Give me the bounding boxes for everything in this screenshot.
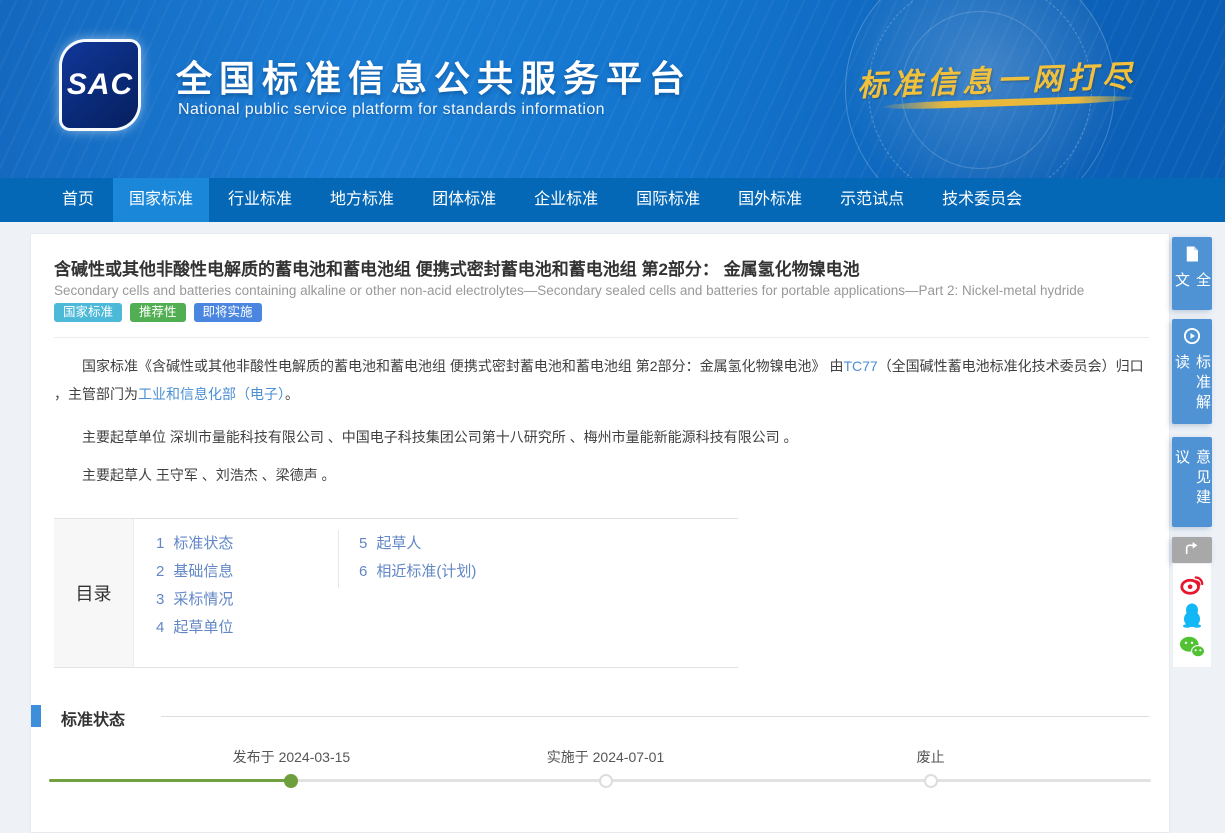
weibo-icon[interactable]	[1178, 570, 1206, 598]
share-button[interactable]	[1172, 537, 1212, 563]
standard-detail-panel: 含碱性或其他非酸性电解质的蓄电池和蓄电池组 便携式密封蓄电池和蓄电池组 第2部分…	[30, 233, 1170, 833]
timeline-label-implemented: 实施于 2024-07-01	[547, 747, 665, 767]
toc-item-drafters[interactable]: 5起草人	[359, 530, 476, 558]
nav-item-foreign-standards[interactable]: 国外标准	[719, 178, 821, 222]
divider	[54, 337, 1149, 338]
sac-logo-text: SAC	[67, 68, 133, 102]
nav-item-industry-standards[interactable]: 行业标准	[209, 178, 311, 222]
main-nav: 首页 国家标准 行业标准 地方标准 团体标准 企业标准 国际标准 国外标准 示范…	[0, 178, 1225, 222]
nav-item-technical-committees[interactable]: 技术委员会	[923, 178, 1041, 222]
social-share-panel	[1172, 563, 1212, 668]
status-timeline: 发布于 2024-03-15 实施于 2024-07-01 废止	[49, 744, 1151, 824]
toc-item-basic-info[interactable]: 2基础信息	[156, 558, 233, 586]
fulltext-button[interactable]: 全文	[1172, 237, 1212, 310]
summary-text-1: 国家标准《含碱性或其他非酸性电解质的蓄电池和蓄电池组 便携式密封蓄电池和蓄电池组…	[82, 358, 843, 374]
toc-label-cell: 目录	[54, 519, 134, 667]
feedback-label: 意见建议	[1171, 449, 1213, 527]
play-circle-icon	[1183, 327, 1201, 350]
toc-bottom-divider	[54, 667, 738, 668]
nav-item-local-standards[interactable]: 地方标准	[311, 178, 413, 222]
status-section-title: 标准状态	[61, 706, 125, 730]
toc-item-drafting-units[interactable]: 4起草单位	[156, 614, 233, 642]
summary-text-3: 。	[285, 386, 299, 402]
interpretation-button[interactable]: 标准解读	[1172, 319, 1212, 424]
site-header: SAC 全国标准信息公共服务平台 National public service…	[0, 0, 1225, 178]
drafters-paragraph: 主要起草人 王守军 、刘浩杰 、梁德声 。	[54, 461, 1154, 489]
section-divider	[161, 716, 1149, 717]
timeline-label-published: 发布于 2024-03-15	[233, 747, 351, 767]
standard-title-cn: 含碱性或其他非酸性电解质的蓄电池和蓄电池组 便携式密封蓄电池和蓄电池组 第2部分…	[54, 255, 860, 280]
badge-upcoming: 即将实施	[194, 303, 262, 322]
timeline-label-abolished: 废止	[917, 747, 945, 767]
interpretation-label: 标准解读	[1171, 354, 1213, 424]
timeline-dot-abolished	[924, 774, 938, 788]
nav-item-international-standards[interactable]: 国际标准	[617, 178, 719, 222]
sac-logo: SAC	[62, 42, 138, 128]
toc-top-divider	[54, 518, 738, 519]
qq-icon[interactable]	[1178, 601, 1206, 629]
badge-recommended: 推荐性	[130, 303, 186, 322]
toc-column-1: 1标准状态 2基础信息 3采标情况 4起草单位	[156, 530, 233, 642]
site-subtitle: National public service platform for sta…	[178, 101, 605, 119]
section-accent-bar	[31, 705, 41, 727]
standard-title-en: Secondary cells and batteries containing…	[54, 283, 1084, 298]
toc-item-similar-standards[interactable]: 6相近标准(计划)	[359, 558, 476, 586]
timeline-dot-published	[284, 774, 298, 788]
timeline-dot-implemented	[599, 774, 613, 788]
badge-national-standard: 国家标准	[54, 303, 122, 322]
share-icon	[1184, 540, 1200, 561]
nav-item-pilot-programs[interactable]: 示范试点	[821, 178, 923, 222]
feedback-button[interactable]: 意见建议	[1172, 437, 1212, 527]
tc77-link[interactable]: TC77	[843, 358, 877, 374]
document-icon	[1183, 245, 1201, 268]
toc-item-standard-status[interactable]: 1标准状态	[156, 530, 233, 558]
nav-item-national-standards[interactable]: 国家标准	[113, 178, 209, 222]
drafting-units-paragraph: 主要起草单位 深圳市量能科技有限公司 、中国电子科技集团公司第十八研究所 、梅州…	[54, 423, 1154, 451]
nav-item-enterprise-standards[interactable]: 企业标准	[515, 178, 617, 222]
toc-label: 目录	[76, 580, 112, 606]
toc-item-adoption[interactable]: 3采标情况	[156, 586, 233, 614]
nav-item-group-standards[interactable]: 团体标准	[413, 178, 515, 222]
ministry-link[interactable]: 工业和信息化部（电子）	[138, 386, 285, 402]
badge-row: 国家标准 推荐性 即将实施	[54, 303, 262, 322]
site-title: 全国标准信息公共服务平台	[176, 50, 692, 102]
toc-column-2: 5起草人 6相近标准(计划)	[338, 530, 476, 588]
summary-paragraph: 国家标准《含碱性或其他非酸性电解质的蓄电池和蓄电池组 便携式密封蓄电池和蓄电池组…	[54, 352, 1154, 408]
wechat-icon[interactable]	[1178, 633, 1206, 661]
fulltext-label: 全文	[1171, 272, 1213, 310]
nav-item-home[interactable]: 首页	[43, 178, 113, 222]
timeline-progress	[49, 779, 291, 782]
